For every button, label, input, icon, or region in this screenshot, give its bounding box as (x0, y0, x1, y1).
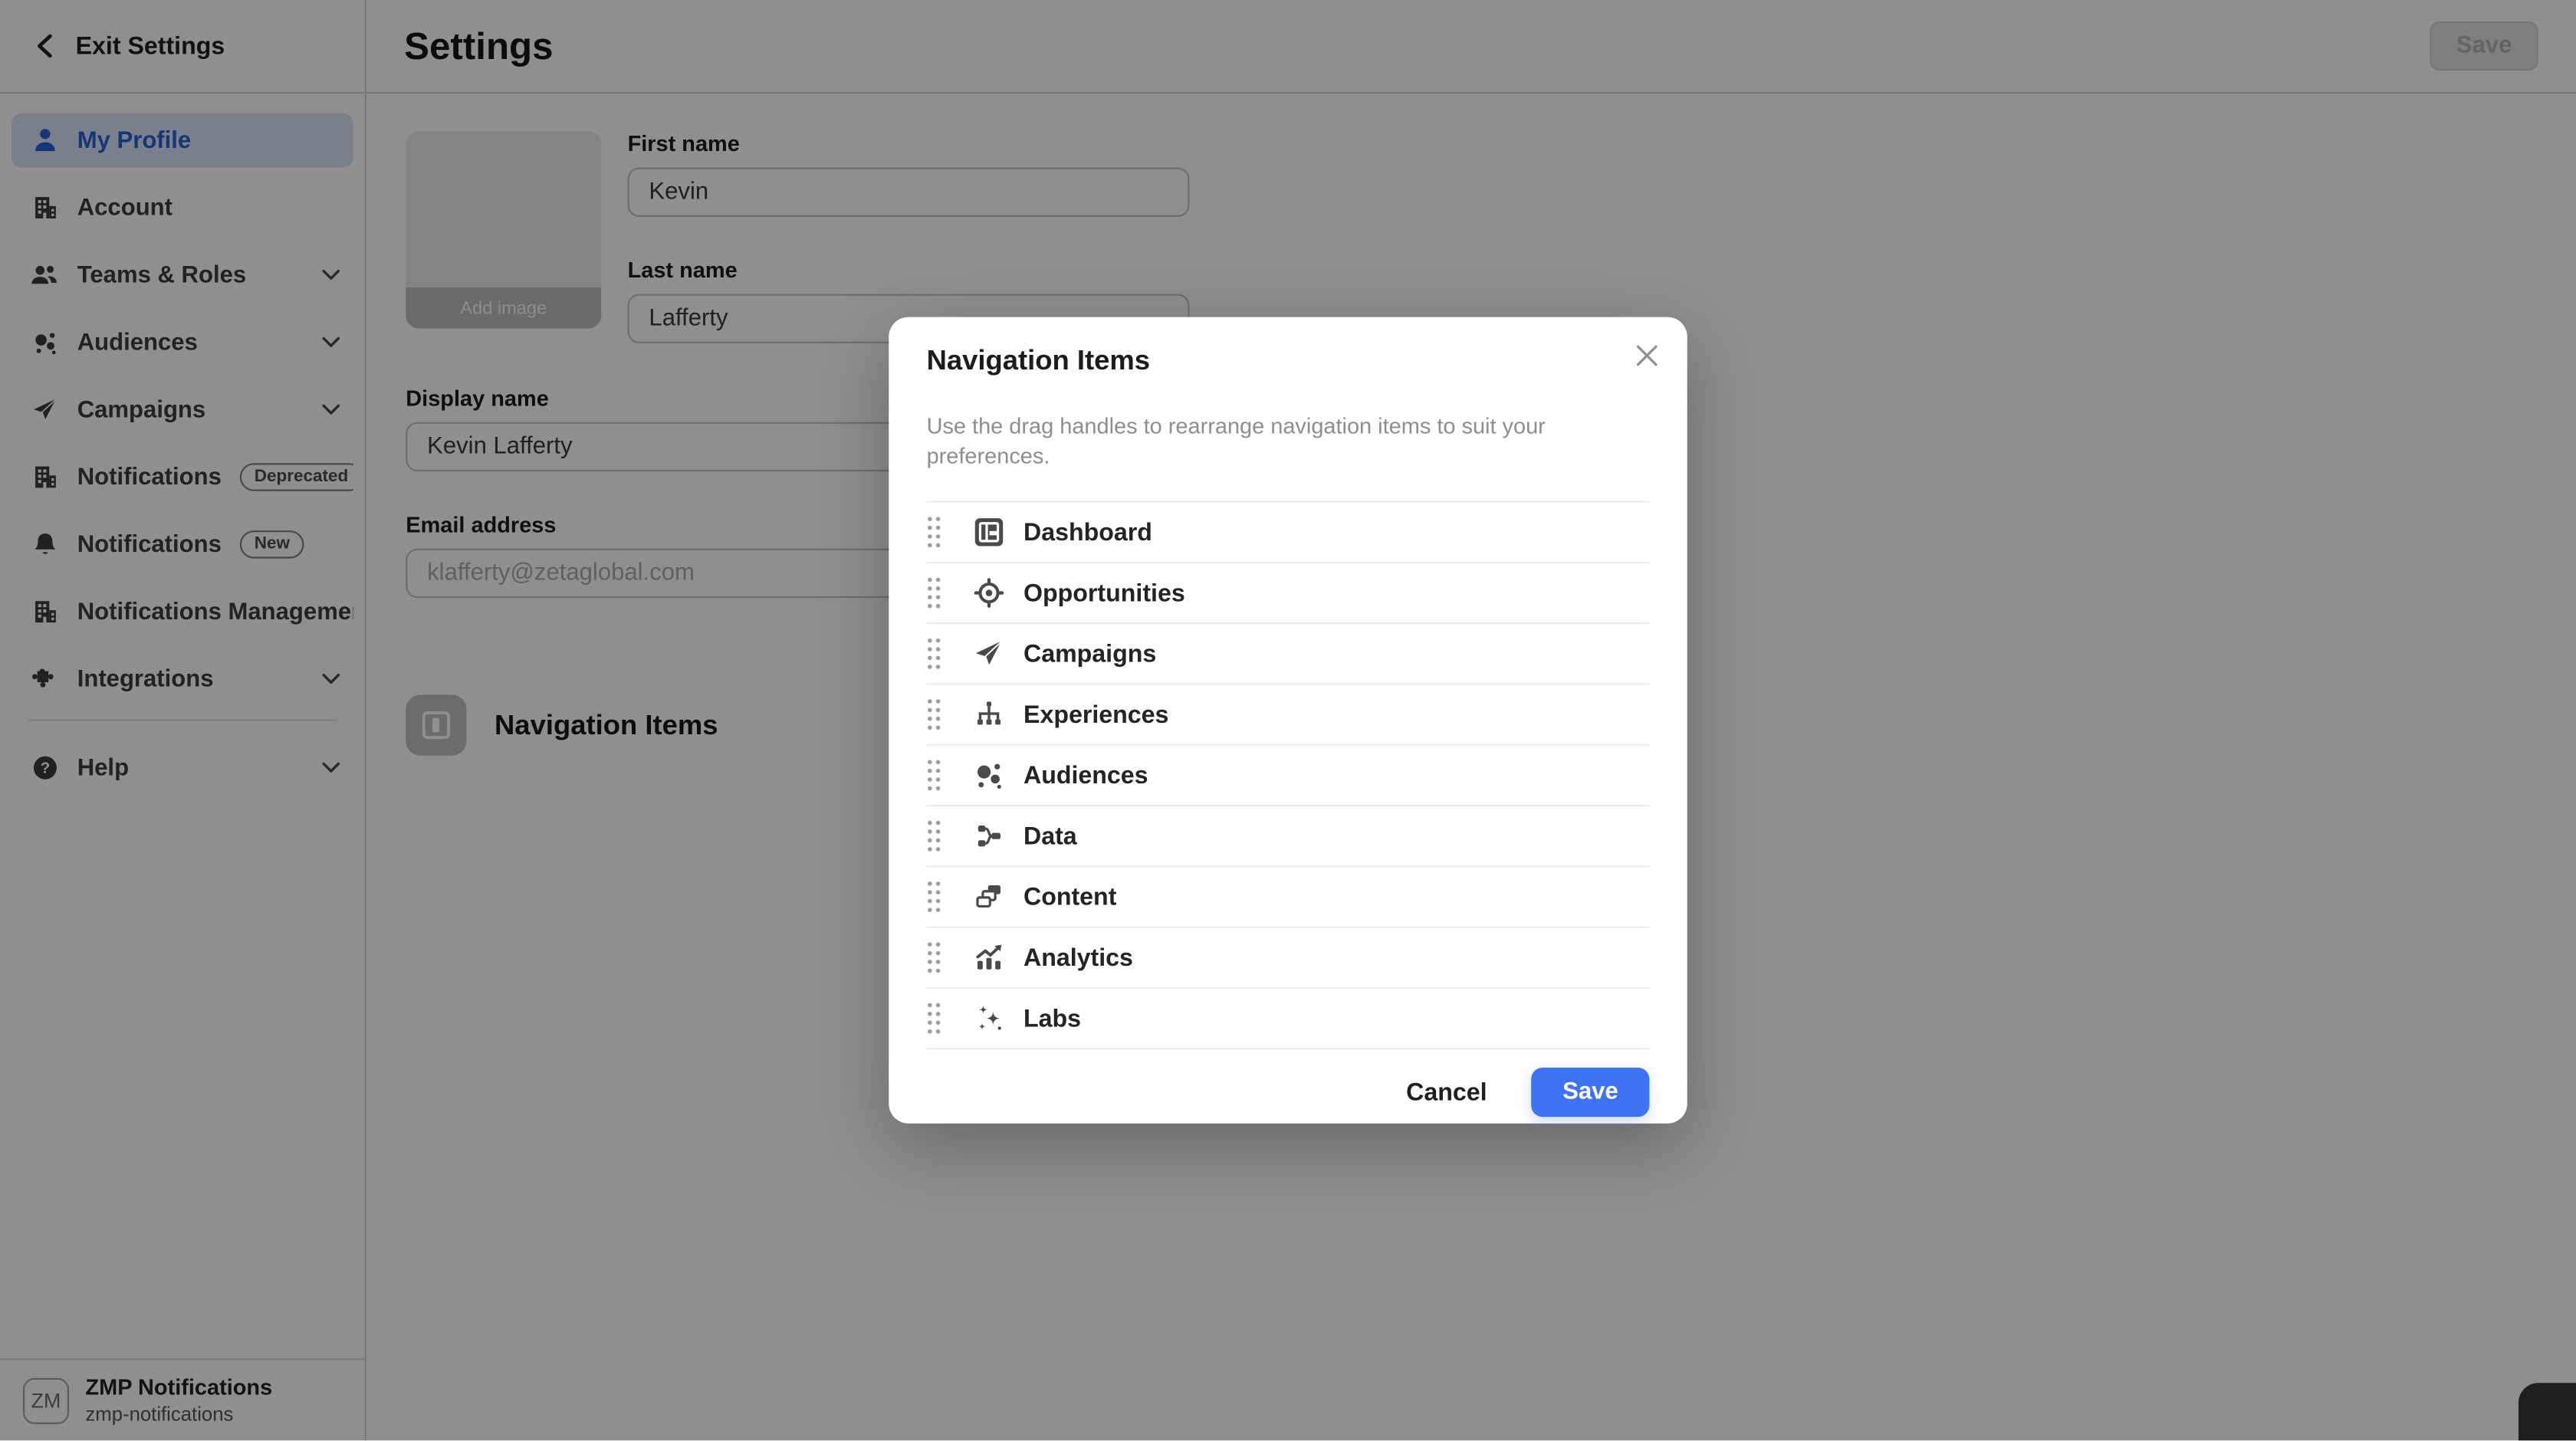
drag-handle-icon[interactable] (927, 757, 941, 793)
modal-save-button[interactable]: Save (1531, 1068, 1649, 1117)
analytics-icon (973, 941, 1006, 974)
drag-handle-icon[interactable] (927, 1000, 941, 1036)
target-icon (973, 576, 1006, 609)
list-item-labs: Labs (927, 987, 1650, 1048)
drag-handle-icon[interactable] (927, 818, 941, 854)
screen: Exit Settings My Profile Account (0, 0, 2576, 1441)
sitemap-icon (973, 698, 1006, 731)
list-item-audiences: Audiences (927, 744, 1650, 805)
paper-plane-icon (973, 637, 1006, 670)
list-item-dashboard: Dashboard (927, 501, 1650, 562)
cancel-button[interactable]: Cancel (1403, 1072, 1490, 1113)
list-item-label: Data (1024, 822, 1077, 850)
data-flow-icon (973, 819, 1006, 852)
list-item-label: Content (1024, 883, 1116, 911)
close-icon[interactable] (1630, 338, 1663, 371)
modal-description: Use the drag handles to rearrange naviga… (927, 412, 1650, 471)
list-item-label: Dashboard (1024, 518, 1152, 546)
drag-handle-icon[interactable] (927, 697, 941, 733)
chat-widget-button[interactable] (2518, 1384, 2576, 1441)
list-item-label: Labs (1024, 1004, 1081, 1032)
list-item-campaigns: Campaigns (927, 622, 1650, 683)
modal-footer: Cancel Save (927, 1068, 1650, 1117)
bubbles-icon (973, 759, 1006, 792)
drag-handle-icon[interactable] (927, 635, 941, 671)
list-item-label: Opportunities (1024, 579, 1185, 606)
list-item-label: Experiences (1024, 701, 1168, 728)
list-item-label: Audiences (1024, 761, 1148, 789)
nav-items-list: Dashboard Opportunities Campaigns (927, 501, 1650, 1050)
list-item-experiences: Experiences (927, 683, 1650, 743)
layers-icon (973, 881, 1006, 914)
list-item-label: Analytics (1024, 944, 1133, 971)
drag-handle-icon[interactable] (927, 575, 941, 611)
drag-handle-icon[interactable] (927, 878, 941, 914)
list-item-content: Content (927, 865, 1650, 926)
dashboard-icon (973, 516, 1006, 549)
modal-title: Navigation Items (927, 317, 1650, 378)
list-item-label: Campaigns (1024, 640, 1156, 668)
sparkles-icon (973, 1002, 1006, 1035)
list-item-analytics: Analytics (927, 927, 1650, 987)
drag-handle-icon[interactable] (927, 514, 941, 550)
drag-handle-icon[interactable] (927, 940, 941, 976)
list-item-data: Data (927, 805, 1650, 865)
navigation-items-modal: Navigation Items Use the drag handles to… (889, 317, 1687, 1124)
list-item-opportunities: Opportunities (927, 562, 1650, 622)
